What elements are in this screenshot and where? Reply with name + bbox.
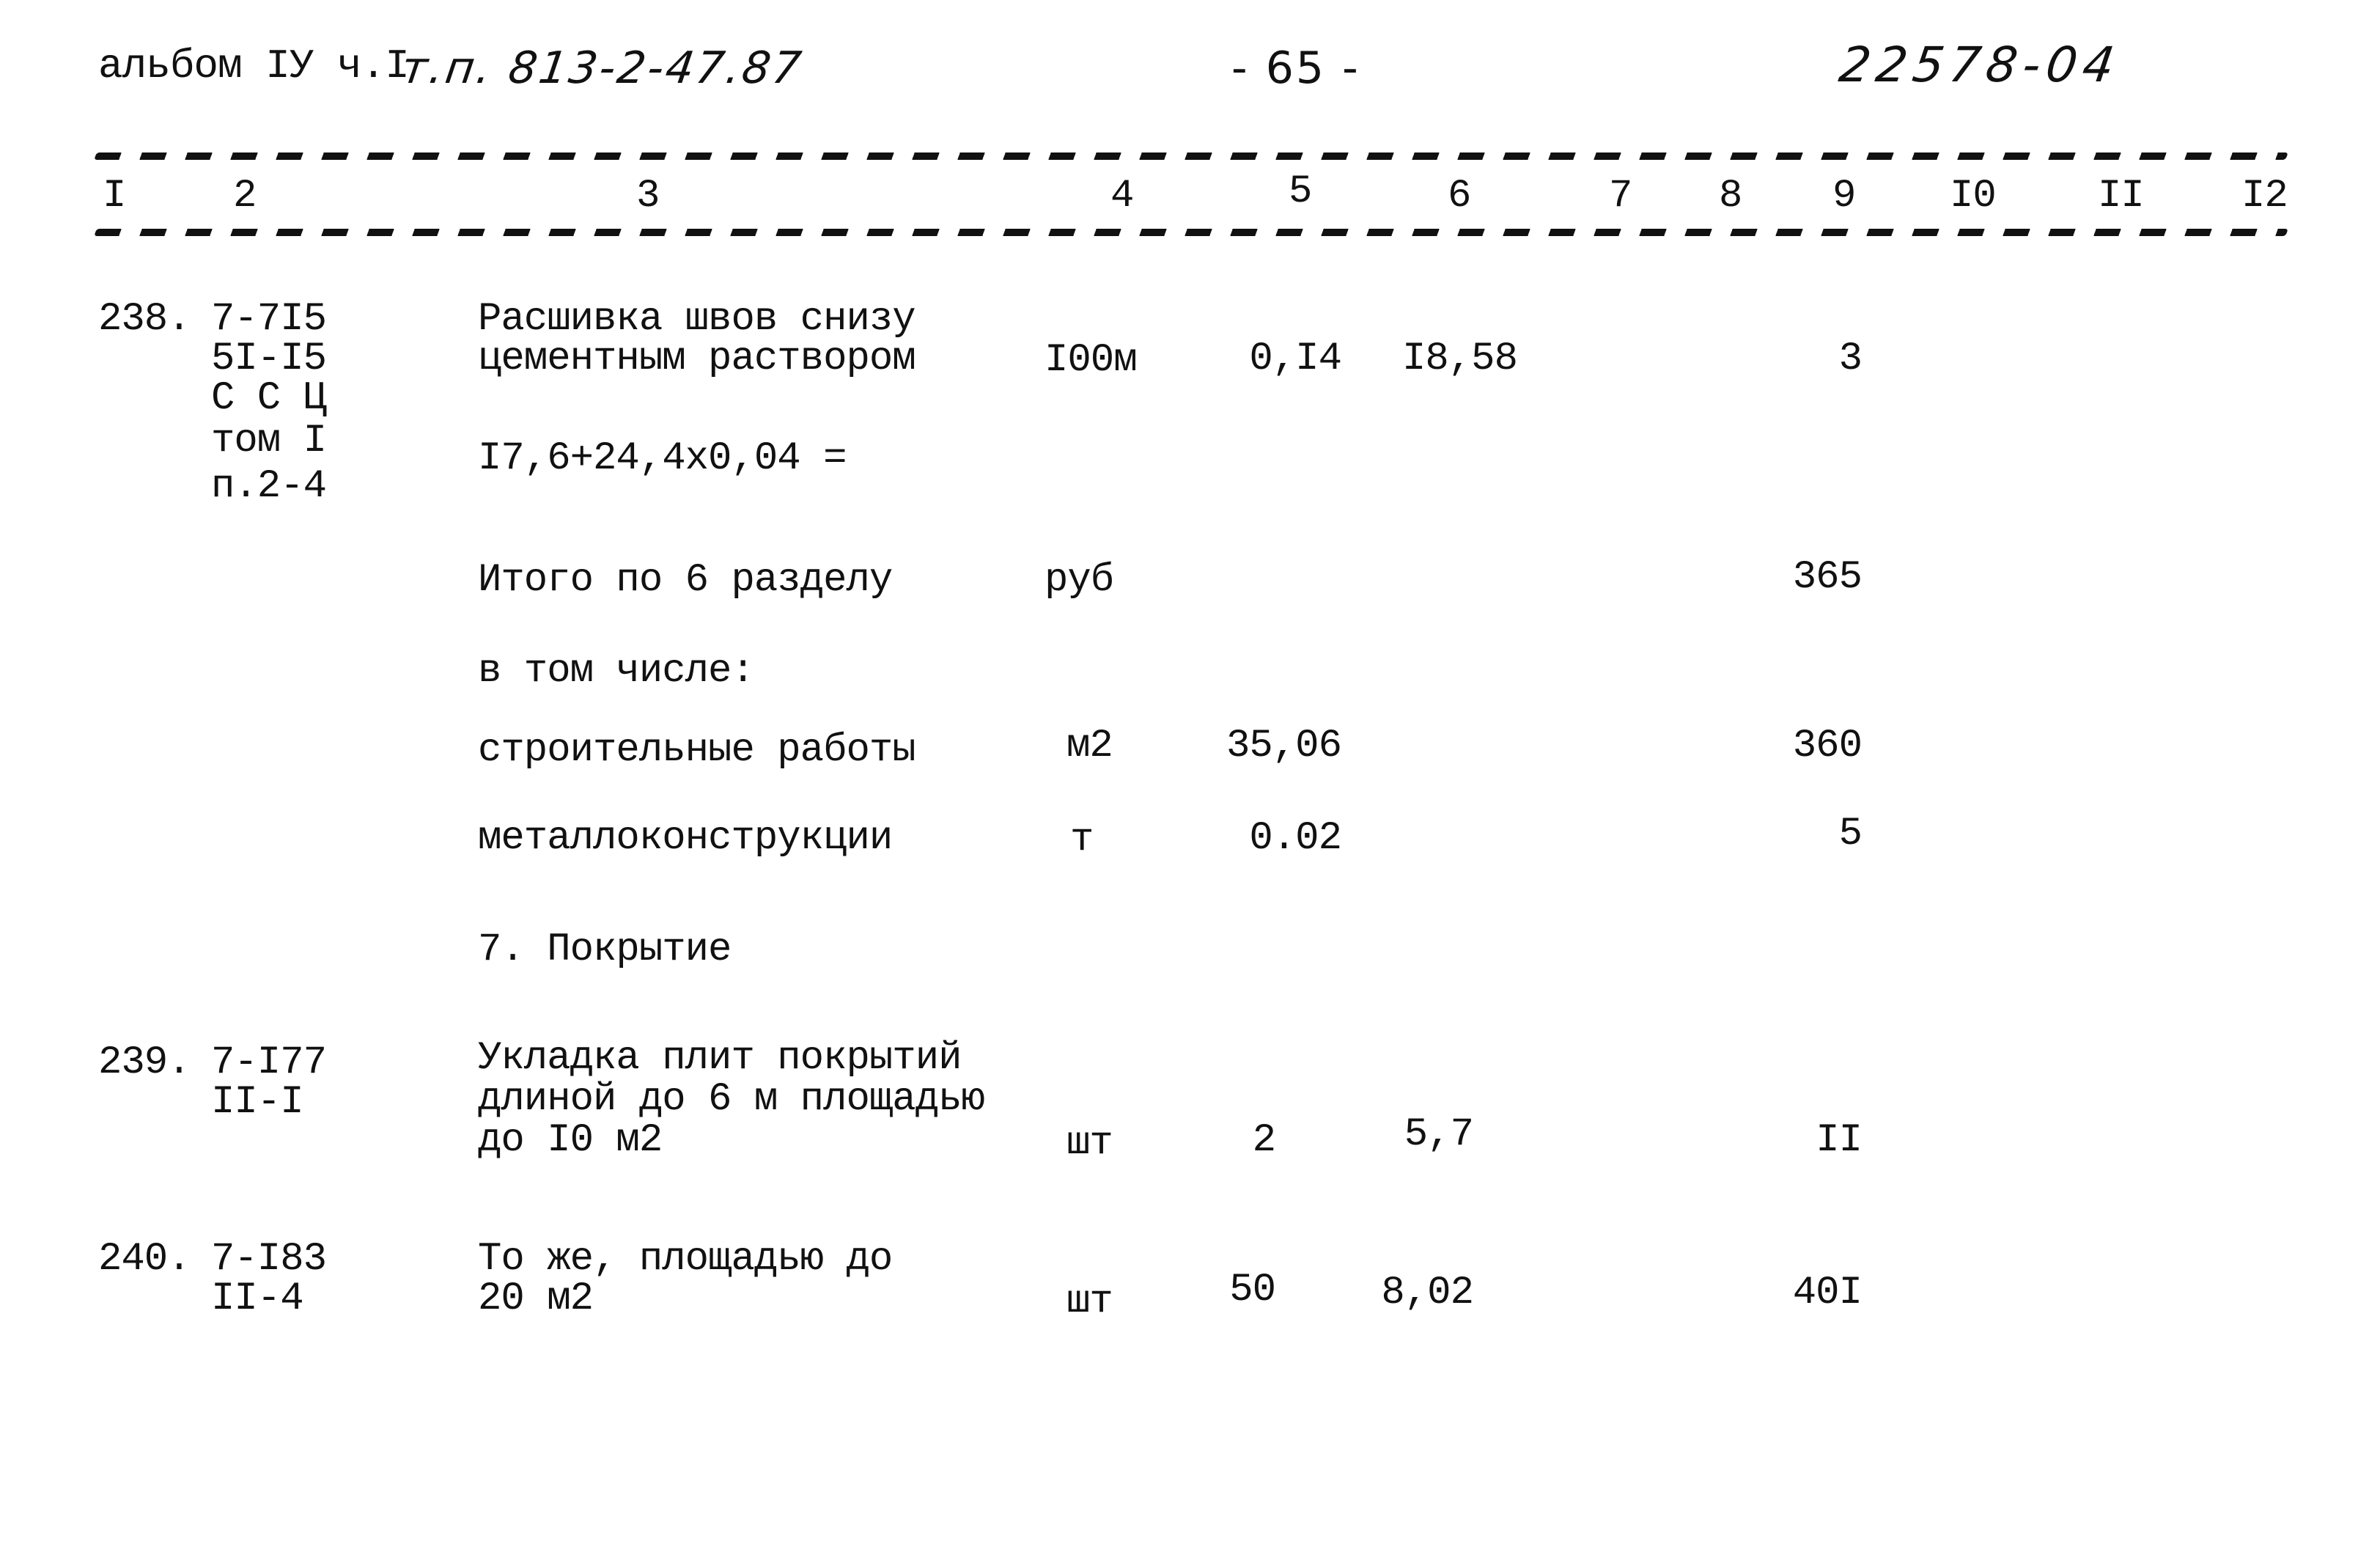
quantity: 2	[1252, 1118, 1276, 1163]
work-description-line: до I0 м2	[478, 1118, 663, 1163]
album-label: альбом IУ ч.I	[98, 43, 410, 89]
column-header-6: 6	[1448, 174, 1471, 218]
unit-price: 5,7	[1404, 1112, 1474, 1157]
quantity-formula: I7,6+24,4х0,04 =	[478, 436, 847, 481]
row-number: 239.	[98, 1040, 191, 1085]
quantity: 50	[1229, 1268, 1276, 1312]
unit: т	[1070, 817, 1094, 862]
column-header-4: 4	[1110, 174, 1134, 218]
total-cost: 360	[1792, 724, 1863, 768]
unit: I00м	[1045, 338, 1138, 383]
project-code-handwritten: т.п. 813-2-47.87	[398, 43, 807, 94]
work-description-line: 20 м2	[478, 1276, 594, 1321]
section-heading: 7. Покрытие	[478, 927, 732, 972]
header-bottom-dashed-rule	[94, 229, 2288, 236]
work-description-line: цементным раствором	[478, 337, 916, 381]
quantity: 35,06	[1226, 724, 1342, 768]
subtotal-label: Итого по 6 разделу	[478, 558, 893, 603]
norm-code-line: том I	[211, 419, 327, 463]
page-number: - 65 -	[1231, 43, 1360, 94]
column-header-1: I	[103, 174, 126, 218]
unit: руб	[1045, 558, 1114, 603]
total-cost: 3	[1838, 337, 1863, 381]
quantity: 0,I4	[1249, 337, 1342, 381]
header-top-dashed-rule	[94, 153, 2288, 160]
document-number-handwritten: 22578-04	[1835, 37, 2124, 93]
norm-code-line: 7-I77	[211, 1040, 327, 1085]
column-header-5: 5	[1289, 169, 1312, 214]
column-header-12: I2	[2241, 174, 2288, 218]
column-header-7: 7	[1609, 174, 1632, 218]
unit: шт	[1066, 1121, 1113, 1166]
total-cost: 40I	[1792, 1271, 1863, 1315]
norm-code-line: 5I-I5	[211, 337, 327, 381]
work-description-line: То же, площадью до	[478, 1237, 893, 1282]
norm-code-line: п.2-4	[211, 464, 327, 509]
work-description-line: Укладка плит покрытий	[478, 1036, 962, 1081]
unit: шт	[1066, 1279, 1113, 1324]
total-cost: II	[1816, 1118, 1863, 1163]
norm-code-line: С С Ц	[211, 376, 327, 421]
norm-code-line: 7-I83	[211, 1237, 327, 1282]
subtotal-label: металлоконструкции	[478, 816, 893, 861]
quantity: 0.02	[1249, 816, 1342, 861]
norm-code-line: II-4	[211, 1276, 304, 1321]
row-number: 238.	[98, 297, 191, 342]
column-header-11: II	[2098, 174, 2145, 218]
column-header-9: 9	[1832, 174, 1856, 218]
column-header-10: I0	[1950, 174, 1997, 218]
row-number: 240.	[98, 1237, 191, 1282]
column-header-2: 2	[233, 174, 257, 218]
norm-code-line: 7-7I5	[211, 297, 327, 342]
total-cost: 365	[1792, 555, 1863, 600]
total-cost: 5	[1838, 812, 1863, 856]
unit-price: I8,58	[1401, 337, 1518, 381]
subtotal-label: строительные работы	[478, 728, 916, 773]
norm-code-line: II-I	[211, 1080, 304, 1125]
including-note: в том числе:	[478, 649, 755, 694]
column-header-8: 8	[1719, 174, 1742, 218]
column-header-3: 3	[636, 174, 660, 218]
work-description-line: Расшивка швов снизу	[478, 297, 916, 342]
work-description-line: длиной до 6 м площадью	[478, 1077, 985, 1122]
unit-price: 8,02	[1381, 1271, 1474, 1315]
unit: м2	[1066, 724, 1113, 768]
